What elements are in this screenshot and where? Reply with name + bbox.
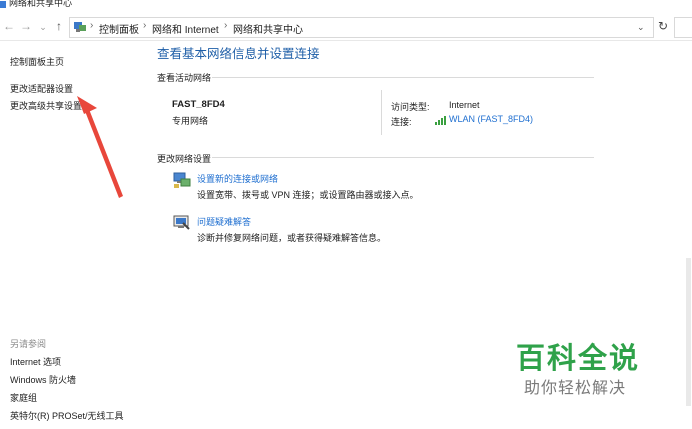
- new-connection-icon[interactable]: [172, 170, 192, 190]
- network-divider: [381, 90, 382, 135]
- network-name: FAST_8FD4: [172, 99, 225, 110]
- access-type-label: 访问类型:: [391, 102, 430, 112]
- page-title: 查看基本网络信息并设置连接: [157, 47, 320, 61]
- network-center-icon: [0, 1, 6, 8]
- scrollbar[interactable]: [686, 258, 691, 406]
- address-dropdown-chevron-icon[interactable]: ⌄: [637, 22, 645, 33]
- breadcrumb-network-sharing-center[interactable]: 网络和共享中心: [233, 21, 303, 36]
- see-also-windows-firewall[interactable]: Windows 防火墙: [10, 373, 76, 386]
- see-also-intel-proset[interactable]: 英特尔(R) PROSet/无线工具: [10, 409, 124, 422]
- breadcrumb-separator-icon[interactable]: ›: [90, 20, 93, 31]
- breadcrumb-separator-icon[interactable]: ›: [143, 20, 146, 31]
- sidebar-link-change-adapter-settings[interactable]: 更改适配器设置: [10, 82, 73, 95]
- back-arrow-icon[interactable]: ←: [2, 19, 16, 33]
- sidebar-link-change-advanced-sharing[interactable]: 更改高级共享设置: [10, 99, 82, 112]
- control-panel-icon: [74, 22, 86, 32]
- access-type-value: Internet: [449, 100, 480, 110]
- breadcrumb-network-internet[interactable]: 网络和 Internet: [152, 21, 219, 36]
- breadcrumb-separator-icon[interactable]: ›: [224, 20, 227, 31]
- refresh-icon[interactable]: ↻: [655, 17, 671, 36]
- recent-locations-chevron-icon[interactable]: ⌄: [36, 22, 50, 33]
- wlan-connection-link[interactable]: WLAN (FAST_8FD4): [449, 114, 533, 124]
- navigation-bar: ← → ⌄ ↑ › 控制面板 › 网络和 Internet › 网络和共享中心 …: [0, 14, 692, 41]
- forward-arrow-icon[interactable]: →: [19, 19, 33, 33]
- see-also-internet-options[interactable]: Internet 选项: [10, 355, 61, 368]
- sidebar-link-control-panel-home[interactable]: 控制面板主页: [10, 55, 64, 68]
- troubleshoot-icon[interactable]: [172, 213, 192, 233]
- window-title: 网络和共享中心: [9, 0, 73, 8]
- setup-new-connection-description: 设置宽带、拨号或 VPN 连接；或设置路由器或接入点。: [197, 190, 419, 200]
- up-arrow-icon[interactable]: ↑: [52, 19, 66, 33]
- setup-new-connection-link[interactable]: 设置新的连接或网络: [197, 172, 278, 185]
- watermark-title: 百科全说: [516, 343, 641, 375]
- section-divider: [212, 77, 594, 78]
- window-titlebar: 网络和共享中心: [0, 0, 692, 12]
- search-input[interactable]: [674, 17, 692, 38]
- watermark-subtitle: 助你轻松解决: [524, 380, 627, 397]
- change-network-settings-heading: 更改网络设置: [157, 154, 212, 164]
- troubleshoot-problems-link[interactable]: 问题疑难解答: [197, 215, 251, 228]
- wifi-signal-icon: [435, 116, 446, 125]
- section-divider: [212, 157, 594, 158]
- active-networks-heading: 查看活动网络: [157, 73, 212, 83]
- see-also-heading: 另请参阅: [10, 339, 47, 349]
- see-also-homegroup[interactable]: 家庭组: [10, 391, 37, 404]
- address-bar[interactable]: › 控制面板 › 网络和 Internet › 网络和共享中心 ⌄: [69, 17, 654, 38]
- network-category[interactable]: 专用网络: [172, 114, 208, 127]
- connections-label: 连接:: [391, 117, 412, 127]
- breadcrumb-control-panel[interactable]: 控制面板: [99, 21, 139, 36]
- troubleshoot-problems-description: 诊断并修复网络问题，或者获得疑难解答信息。: [197, 233, 387, 243]
